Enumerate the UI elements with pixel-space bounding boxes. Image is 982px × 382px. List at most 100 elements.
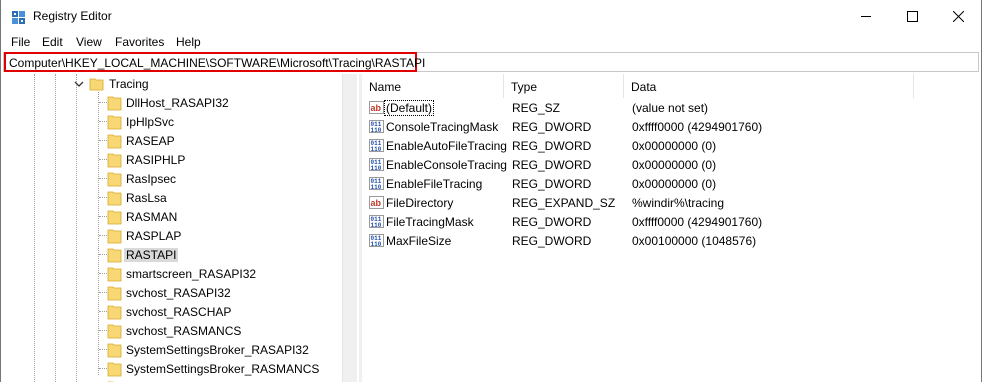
value-row[interactable]: 011 110 ConsoleTracingMask REG_DWORD 0xffff0… bbox=[362, 117, 962, 136]
svg-text:ab: ab bbox=[371, 103, 382, 113]
tree-guide-line bbox=[99, 349, 107, 350]
address-path[interactable]: Computer\HKEY_LOCAL_MACHINE\SOFTWARE\Mic… bbox=[9, 56, 425, 70]
tree-item[interactable]: svchost_RASCHAP bbox=[3, 302, 341, 321]
folder-icon bbox=[107, 248, 122, 263]
folder-icon bbox=[107, 134, 122, 149]
value-type: REG_DWORD bbox=[512, 139, 592, 153]
value-row[interactable]: 011 110 EnableConsoleTracing REG_DWORD 0x000… bbox=[362, 155, 962, 174]
tree-item-label: SystemSettingsBroker_RASAPI32 bbox=[126, 343, 309, 357]
menu-edit[interactable]: Edit bbox=[42, 35, 63, 49]
tree-guide-line bbox=[99, 140, 107, 141]
folder-icon bbox=[107, 153, 122, 168]
value-type: REG_DWORD bbox=[512, 158, 592, 172]
value-row[interactable]: 011 110 EnableAutoFileTracing REG_DWORD 0x00… bbox=[362, 136, 962, 155]
tree-item[interactable]: IpHlpSvc bbox=[3, 112, 341, 131]
maximize-button[interactable] bbox=[889, 0, 935, 32]
value-row[interactable]: ab FileDirectory REG_EXPAND_SZ %windir%\tra… bbox=[362, 193, 962, 212]
menu-file[interactable]: File bbox=[11, 35, 30, 49]
tree-guide-line bbox=[99, 311, 107, 312]
value-type: REG_EXPAND_SZ bbox=[512, 196, 616, 210]
value-name: MaxFileSize bbox=[386, 234, 452, 248]
value-type: REG_DWORD bbox=[512, 234, 592, 248]
column-header-type[interactable]: Type bbox=[504, 74, 624, 98]
value-name: EnableAutoFileTracing bbox=[386, 139, 507, 153]
registry-editor-icon bbox=[12, 11, 25, 24]
menu-view[interactable]: View bbox=[76, 35, 102, 49]
registry-editor-window: Registry Editor File Edit View Favorites… bbox=[0, 0, 982, 382]
tree-item[interactable]: svchost_RASAPI32 bbox=[3, 283, 341, 302]
tree-item[interactable]: DllHost_RASAPI32 bbox=[3, 93, 341, 112]
tree-item[interactable]: SystemSettingsBroker_RASMANCS bbox=[3, 359, 341, 378]
values-list-pane[interactable]: Name Type Data ab (Default) REG_SZ (value n… bbox=[362, 74, 979, 382]
value-data: %windir%\tracing bbox=[632, 196, 725, 210]
tree-item[interactable]: RASMAN bbox=[3, 207, 341, 226]
binary-value-icon: 011110 bbox=[369, 120, 384, 134]
close-button[interactable] bbox=[935, 0, 981, 32]
minimize-button[interactable] bbox=[843, 0, 889, 32]
value-row[interactable]: 011 110 EnableFileTracing REG_DWORD 0x000000… bbox=[362, 174, 962, 193]
folder-icon bbox=[107, 172, 122, 187]
tree-item-label: Tracing bbox=[109, 77, 149, 91]
binary-value-icon: 011110 bbox=[369, 158, 384, 172]
tree-scrollbar[interactable] bbox=[342, 74, 357, 382]
value-name: EnableFileTracing bbox=[386, 177, 483, 191]
folder-icon bbox=[107, 191, 122, 206]
tree-item[interactable]: RASPLAP bbox=[3, 226, 341, 245]
tree-item-label-selected: RASTAPI bbox=[124, 248, 179, 262]
column-header-data[interactable]: Data bbox=[624, 74, 914, 98]
title-bar[interactable]: Registry Editor bbox=[1, 0, 981, 32]
value-row[interactable]: ab (Default) REG_SZ (value not set) bbox=[362, 98, 962, 117]
tree-item[interactable]: RASEAP bbox=[3, 131, 341, 150]
value-row[interactable]: 011 110 MaxFileSize REG_DWORD 0x00100000 (10… bbox=[362, 231, 962, 250]
chevron-down-icon[interactable] bbox=[74, 79, 84, 89]
svg-text:110: 110 bbox=[371, 165, 382, 172]
tree-item-label: svchost_RASMANCS bbox=[126, 324, 242, 338]
svg-text:110: 110 bbox=[371, 146, 382, 153]
tree-guide-line bbox=[99, 159, 107, 160]
tree-guide-line bbox=[99, 121, 107, 122]
tree-guide-line bbox=[99, 330, 107, 331]
tree-item[interactable]: VPNIKE bbox=[3, 378, 341, 382]
tree-item[interactable]: SystemSettingsBroker_RASAPI32 bbox=[3, 340, 341, 359]
tree-item-label: RASMAN bbox=[126, 210, 178, 224]
tree-guide-line bbox=[99, 178, 107, 179]
tree-item[interactable]: RASIPHLP bbox=[3, 150, 341, 169]
tree-guide-line bbox=[99, 216, 107, 217]
tree-item-label: smartscreen_RASAPI32 bbox=[126, 267, 257, 281]
minimize-icon bbox=[861, 16, 871, 17]
tree-item-label: svchost_RASAPI32 bbox=[126, 286, 231, 300]
string-value-icon: ab bbox=[369, 196, 384, 209]
tree-guide-line bbox=[99, 273, 107, 274]
tree-item[interactable]: smartscreen_RASAPI32 bbox=[3, 264, 341, 283]
key-tree-pane[interactable]: Tracing DllHost_RASAPI32 IpHlpSvc RASEAP RA… bbox=[3, 74, 357, 382]
value-data: (value not set) bbox=[632, 101, 709, 115]
value-name: ConsoleTracingMask bbox=[386, 120, 499, 134]
tree-item[interactable]: RasLsa bbox=[3, 188, 341, 207]
column-header-name[interactable]: Name bbox=[362, 74, 504, 98]
tree-item-label: RasIpsec bbox=[126, 172, 177, 186]
window-title: Registry Editor bbox=[33, 9, 112, 23]
tree-guide-line bbox=[99, 102, 107, 103]
menu-favorites[interactable]: Favorites bbox=[115, 35, 164, 49]
value-data: 0xffff0000 (4294901760) bbox=[632, 120, 763, 134]
folder-icon bbox=[107, 267, 122, 282]
value-type: REG_DWORD bbox=[512, 177, 592, 191]
value-data: 0xffff0000 (4294901760) bbox=[632, 215, 763, 229]
menu-help[interactable]: Help bbox=[176, 35, 201, 49]
folder-icon bbox=[107, 115, 122, 130]
svg-text:110: 110 bbox=[371, 241, 382, 248]
tree-item-label: IpHlpSvc bbox=[126, 115, 175, 129]
address-bar[interactable]: Computer\HKEY_LOCAL_MACHINE\SOFTWARE\Mic… bbox=[3, 52, 979, 72]
folder-icon bbox=[107, 324, 122, 339]
menu-bar: File Edit View Favorites Help bbox=[1, 32, 981, 52]
tree-item[interactable]: RASTAPI bbox=[3, 245, 341, 264]
list-header: Name Type Data bbox=[362, 74, 979, 98]
tree-item-tracing[interactable]: Tracing bbox=[3, 74, 341, 93]
tree-guide-line bbox=[99, 235, 107, 236]
tree-item[interactable]: RasIpsec bbox=[3, 169, 341, 188]
folder-icon bbox=[107, 229, 122, 244]
value-name: EnableConsoleTracing bbox=[386, 158, 507, 172]
value-row[interactable]: 011 110 FileTracingMask REG_DWORD 0xffff0000… bbox=[362, 212, 962, 231]
folder-open-icon bbox=[89, 78, 104, 91]
tree-item[interactable]: svchost_RASMANCS bbox=[3, 321, 341, 340]
